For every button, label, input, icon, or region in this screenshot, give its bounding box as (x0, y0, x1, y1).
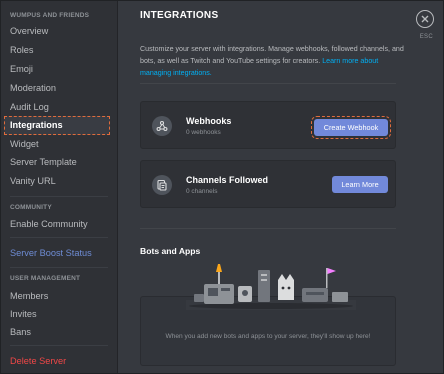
create-webhook-button[interactable]: Create Webhook (311, 116, 391, 139)
sidebar-item-server-template[interactable]: Server Template (4, 153, 110, 171)
sidebar-item-delete-server[interactable]: Delete Server (4, 352, 110, 370)
channels-followed-title: Channels Followed (186, 175, 269, 185)
settings-sidebar: WUMPUS AND FRIENDS Overview Roles Emoji … (0, 0, 118, 374)
page-description: Customize your server with integrations.… (140, 43, 408, 79)
webhooks-title: Webhooks (186, 116, 232, 126)
sidebar-separator (10, 345, 108, 346)
sidebar-item-bans[interactable]: Bans (4, 323, 110, 341)
close-icon (421, 15, 429, 23)
webhooks-card: Webhooks 0 webhooks Create Webhook (140, 101, 396, 149)
sidebar-item-emoji[interactable]: Emoji (4, 60, 110, 78)
channels-followed-card: Channels Followed 0 channels Learn More (140, 160, 396, 208)
sidebar-item-roles[interactable]: Roles (4, 41, 110, 59)
bots-and-apps-title: Bots and Apps (140, 246, 201, 256)
learn-more-button[interactable]: Learn More (332, 176, 388, 193)
section-divider (140, 83, 396, 84)
sidebar-separator (10, 267, 108, 268)
sidebar-separator (10, 196, 108, 197)
server-name-header: WUMPUS AND FRIENDS (10, 12, 90, 19)
sidebar-item-members[interactable]: Members (4, 287, 110, 305)
user-management-header: USER MANAGEMENT (10, 275, 81, 282)
community-header: COMMUNITY (10, 204, 52, 211)
webhooks-count: 0 webhooks (186, 129, 221, 136)
channel-follow-icon (152, 175, 172, 195)
sidebar-item-overview[interactable]: Overview (4, 22, 110, 40)
sidebar-item-audit-log[interactable]: Audit Log (4, 98, 110, 116)
sidebar-item-widget[interactable]: Widget (4, 135, 110, 153)
sidebar-separator (10, 237, 108, 238)
sidebar-item-invites[interactable]: Invites (4, 305, 110, 323)
sidebar-item-enable-community[interactable]: Enable Community (4, 215, 110, 233)
sidebar-item-vanity-url[interactable]: Vanity URL (4, 172, 110, 190)
bots-empty-text: When you add new bots and apps to your s… (165, 333, 371, 340)
sidebar-item-moderation[interactable]: Moderation (4, 79, 110, 97)
sidebar-item-integrations[interactable]: Integrations (4, 116, 110, 135)
webhook-icon (152, 116, 172, 136)
integrations-panel: INTEGRATIONS Customize your server with … (118, 0, 444, 374)
section-divider (140, 228, 396, 229)
sidebar-item-server-boost[interactable]: Server Boost Status (4, 244, 110, 262)
page-title: INTEGRATIONS (140, 10, 219, 21)
bots-illustration (186, 264, 356, 310)
channels-followed-count: 0 channels (186, 188, 218, 195)
esc-label: ESC (419, 34, 433, 40)
close-button[interactable] (416, 10, 434, 28)
